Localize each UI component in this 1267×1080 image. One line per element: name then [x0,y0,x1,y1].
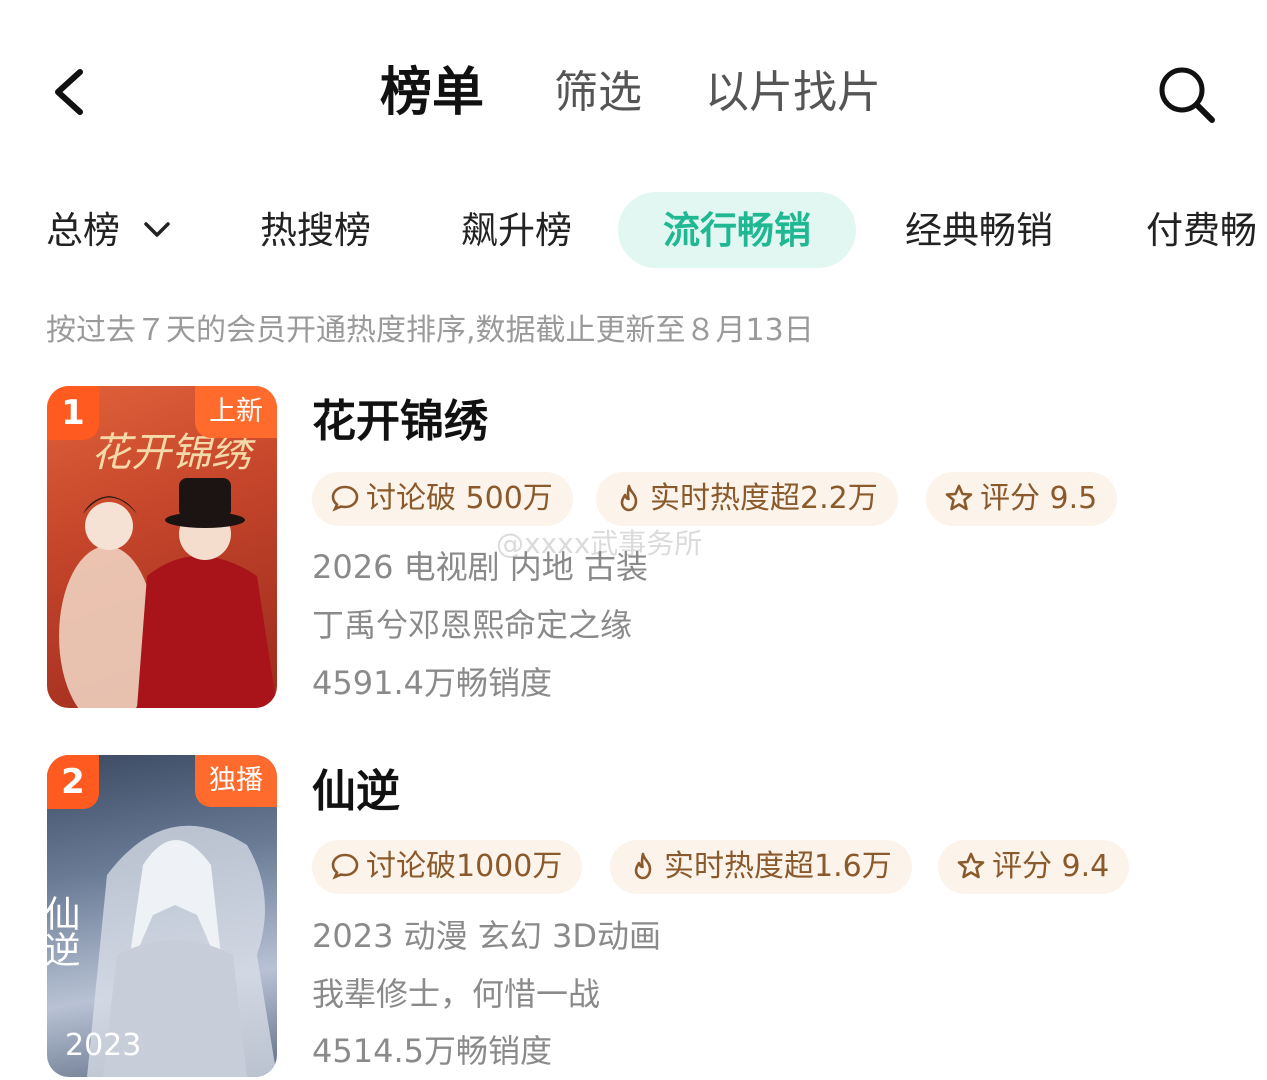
svg-text:仙逆: 仙逆 [47,895,80,967]
heat-text: 实时热度超1.6万 [664,849,892,884]
chevron-down-icon[interactable] [142,218,172,242]
discussion-text: 讨论破1000万 [366,849,563,884]
star-icon [957,852,985,879]
comment-icon [331,485,359,512]
category-overall[interactable]: 总榜 [46,196,120,266]
discussion-chip: 讨论破 500万 [312,472,573,526]
item-title[interactable]: 仙逆 [312,762,400,822]
heat-text: 实时热度超2.2万 [650,481,878,516]
item-info: 2026 电视剧 内地 古装 [312,548,648,586]
search-button[interactable] [1152,62,1222,126]
category-popular-bestseller[interactable]: 流行畅销 [663,196,811,266]
tab-filter[interactable]: 筛选 [554,58,642,128]
discussion-chip: 讨论破1000万 [312,840,583,894]
poster-image[interactable]: 花开锦绣 1 上新 [47,386,277,708]
item-tagline: 丁禹兮邓恩熙命定之缘 [312,606,633,644]
rank-badge: 1 [47,386,99,440]
item-info: 2023 动漫 玄幻 3D动画 [312,917,661,955]
ranking-page: 榜单 筛选 以片找片 总榜 热搜榜 飙升榜 流行畅销 经典畅销 付费畅 按过去７… [0,0,1267,1080]
item-title[interactable]: 花开锦绣 [312,392,488,452]
rank-badge: 2 [47,755,99,809]
fire-icon [620,484,638,512]
rating-text: 评分 9.5 [980,481,1098,516]
category-classic-bestseller[interactable]: 经典畅销 [905,196,1053,266]
tab-ranking[interactable]: 榜单 [380,58,484,128]
tab-find-by-film[interactable]: 以片找片 [705,58,881,128]
rating-text: 评分 9.4 [992,849,1110,884]
category-paid-bestseller[interactable]: 付费畅 [1146,196,1257,266]
item-sales: 4514.5万畅销度 [312,1032,552,1070]
comment-icon [331,853,359,880]
poster-year: 2023 [65,1028,142,1063]
category-rising[interactable]: 飙升榜 [461,196,572,266]
star-icon [945,484,973,511]
fire-icon [634,852,652,880]
poster-image[interactable]: 仙逆 2 独播 2023 [47,755,277,1077]
search-icon [1159,67,1215,123]
item-tagline: 我辈修士，何惜一战 [312,975,601,1013]
category-hot-search[interactable]: 热搜榜 [260,196,371,266]
ranking-description: 按过去７天的会员开通热度排序,数据截止更新至８月13日 [46,313,814,348]
exclusive-badge: 独播 [195,755,277,807]
rating-chip: 评分 9.4 [938,840,1130,894]
new-badge: 上新 [195,386,277,438]
chevron-left-icon [55,69,83,115]
heat-chip: 实时热度超2.2万 [596,472,898,526]
discussion-text: 讨论破 500万 [366,481,553,516]
back-button[interactable] [46,62,96,122]
item-sales: 4591.4万畅销度 [312,664,552,702]
rating-chip: 评分 9.5 [926,472,1118,526]
heat-chip: 实时热度超1.6万 [610,840,912,894]
